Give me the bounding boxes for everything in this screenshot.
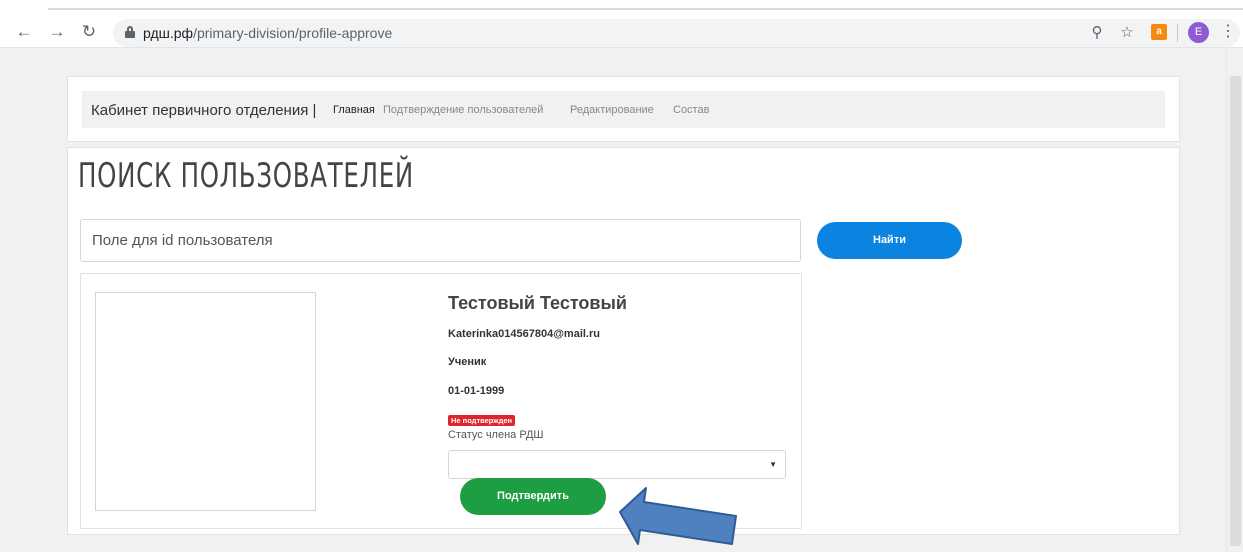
confirm-button[interactable]: Подтвердить xyxy=(460,478,606,515)
membership-status-select[interactable]: ▼ xyxy=(448,450,786,479)
user-search-card: ПОИСК ПОЛЬЗОВАТЕЛЕЙ Найти Тестовый Тесто… xyxy=(67,147,1180,535)
cabinet-title: Кабинет первичного отделения | xyxy=(91,102,317,119)
user-birthdate: 01-01-1999 xyxy=(448,385,505,397)
cabinet-header-card: Кабинет первичного отделения | Главная П… xyxy=(67,76,1180,142)
address-bar[interactable]: рдш.рф/primary-division/profile-approve … xyxy=(113,19,1240,47)
page-content: Кабинет первичного отделения | Главная П… xyxy=(0,49,1226,552)
toolbar-divider xyxy=(1177,24,1178,42)
profile-avatar[interactable]: E xyxy=(1188,22,1209,43)
user-email: Katerinka014567804@mail.ru xyxy=(448,328,600,340)
extension-icon[interactable]: a xyxy=(1151,24,1167,40)
page-scrollbar[interactable] xyxy=(1226,48,1243,552)
find-button[interactable]: Найти xyxy=(817,222,962,259)
reload-icon[interactable]: ↻ xyxy=(79,22,99,42)
browser-toolbar: ← → ↻ рдш.рф/primary-division/profile-ap… xyxy=(0,0,1243,48)
back-icon[interactable]: ← xyxy=(14,22,34,42)
user-id-search-input[interactable] xyxy=(80,219,801,262)
annotation-arrow-icon xyxy=(619,487,737,545)
menu-link-members[interactable]: Состав xyxy=(673,104,709,116)
lock-icon xyxy=(125,26,135,38)
user-name: Тестовый Тестовый xyxy=(448,293,627,313)
menu-kebab-icon[interactable]: ⋮ xyxy=(1220,21,1236,43)
menu-link-edit[interactable]: Редактирование xyxy=(570,104,654,116)
scrollbar-thumb[interactable] xyxy=(1230,76,1241,546)
url-text[interactable]: рдш.рф/primary-division/profile-approve xyxy=(143,25,392,41)
membership-status-label: Статус члена РДШ xyxy=(448,429,544,441)
menu-link-user-approval[interactable]: Подтверждение пользователей xyxy=(383,104,543,116)
user-role: Ученик xyxy=(448,356,487,368)
bookmark-star-icon[interactable]: ☆ xyxy=(1117,23,1137,43)
zoom-icon[interactable]: ⚲ xyxy=(1087,23,1107,43)
chevron-down-icon: ▼ xyxy=(769,460,777,469)
profile-photo xyxy=(95,292,316,511)
menu-link-home[interactable]: Главная xyxy=(333,104,375,116)
status-badge: Не подтвержден xyxy=(448,415,516,426)
page-title: ПОИСК ПОЛЬЗОВАТЕЛЕЙ xyxy=(78,156,414,196)
forward-icon[interactable]: → xyxy=(47,22,67,42)
cabinet-menu: Кабинет первичного отделения | Главная П… xyxy=(82,91,1165,128)
